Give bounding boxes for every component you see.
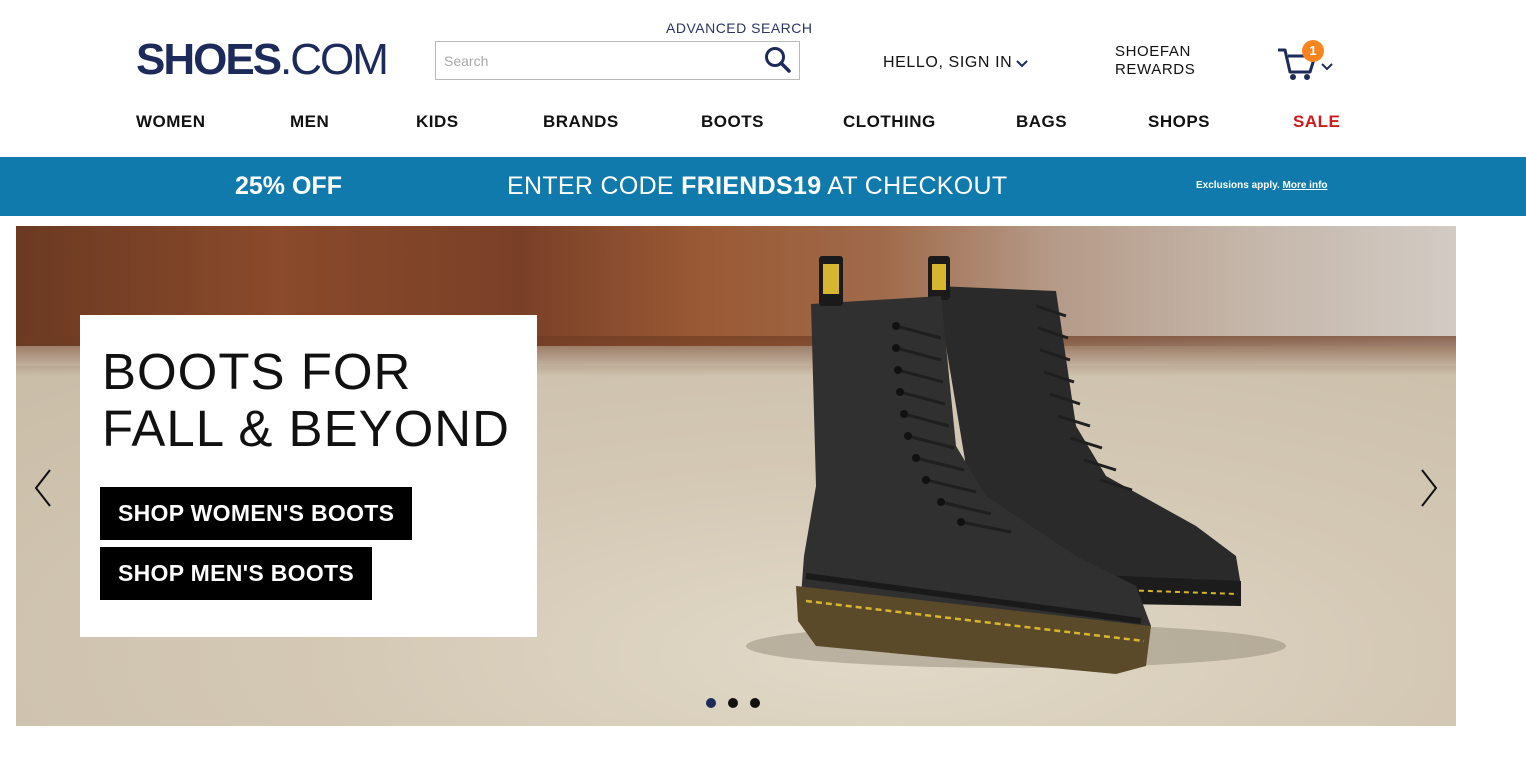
cart-count-badge: 1 <box>1302 40 1324 62</box>
nav-item-boots[interactable]: BOOTS <box>701 112 764 132</box>
promo-exclusions: Exclusions apply. More info <box>1196 180 1328 191</box>
promo-discount: 25% OFF <box>235 172 342 200</box>
search-icon <box>765 47 791 73</box>
carousel-dot-3[interactable] <box>750 698 760 708</box>
sign-in-label: HELLO, SIGN IN <box>883 54 1013 71</box>
more-info-link[interactable]: More info <box>1283 180 1328 191</box>
promo-code-suffix: AT CHECKOUT <box>821 172 1008 200</box>
nav-item-kids[interactable]: KIDS <box>416 112 459 132</box>
hero-title: BOOTS FOR FALL & BEYOND <box>102 343 510 457</box>
cart-button[interactable]: 1 <box>1276 40 1338 82</box>
carousel-dot-2[interactable] <box>728 698 738 708</box>
chevron-right-icon <box>1421 469 1438 507</box>
shoefan-rewards-link[interactable]: SHOEFAN REWARDS <box>1115 43 1195 79</box>
chevron-down-icon <box>1016 60 1029 68</box>
promo-code-text: ENTER CODE FRIENDS19 AT CHECKOUT <box>507 172 1007 201</box>
promo-code-prefix: ENTER CODE <box>507 172 682 200</box>
shop-mens-boots-button[interactable]: SHOP MEN'S BOOTS <box>100 547 373 600</box>
promo-code: FRIENDS19 <box>681 172 822 200</box>
nav-item-shops[interactable]: SHOPS <box>1148 112 1210 132</box>
nav-item-bags[interactable]: BAGS <box>1016 112 1067 132</box>
carousel-dots <box>706 698 760 708</box>
carousel-dot-1[interactable] <box>706 698 716 708</box>
shoes-logo[interactable]: SHOES.COM <box>136 35 389 84</box>
carousel-prev-button[interactable] <box>32 466 56 510</box>
exclusions-text: Exclusions apply. <box>1196 180 1280 191</box>
advanced-search-link[interactable]: ADVANCED SEARCH <box>666 20 813 36</box>
rewards-line-1: SHOEFAN <box>1115 43 1191 60</box>
promo-banner: 25% OFF ENTER CODE FRIENDS19 AT CHECKOUT… <box>0 157 1526 216</box>
shop-womens-boots-button[interactable]: SHOP WOMEN'S BOOTS <box>100 487 413 540</box>
sign-in-menu[interactable]: HELLO, SIGN IN <box>883 54 1029 72</box>
hero-carousel: BOOTS FOR FALL & BEYOND SHOP WOMEN'S BOO… <box>16 226 1456 726</box>
search-input[interactable] <box>444 42 754 79</box>
nav-item-clothing[interactable]: CLOTHING <box>843 112 936 132</box>
carousel-next-button[interactable] <box>1416 466 1440 510</box>
nav-item-brands[interactable]: BRANDS <box>543 112 619 132</box>
hero-promo-card: BOOTS FOR FALL & BEYOND SHOP WOMEN'S BOO… <box>80 315 537 637</box>
nav-item-men[interactable]: MEN <box>290 112 329 132</box>
logo-text-light: .COM <box>280 35 389 84</box>
search-button[interactable] <box>761 45 795 76</box>
chevron-left-icon <box>34 469 51 507</box>
nav-item-women[interactable]: WOMEN <box>136 112 206 132</box>
rewards-line-2: REWARDS <box>1115 61 1196 78</box>
nav-item-sale[interactable]: SALE <box>1293 112 1340 132</box>
search-box <box>435 41 800 80</box>
logo-text-bold: SHOES <box>136 35 282 84</box>
